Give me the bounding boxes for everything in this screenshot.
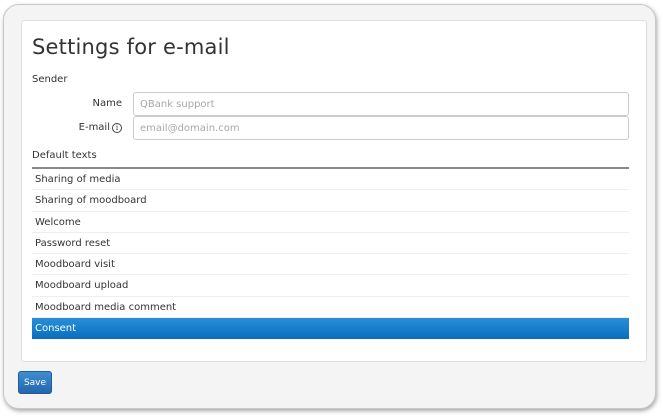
default-texts-list: Sharing of media Sharing of moodboard Welc… xyxy=(32,169,629,340)
sender-name-input[interactable] xyxy=(133,92,629,116)
email-field-label: E-mail i xyxy=(79,122,122,133)
default-text-item[interactable]: Sharing of media xyxy=(32,169,629,191)
default-text-item[interactable]: Moodboard upload xyxy=(32,275,629,297)
name-field-label: Name xyxy=(92,98,122,109)
default-texts-section-label: Default texts xyxy=(32,150,97,161)
default-text-item[interactable]: Moodboard visit xyxy=(32,254,629,276)
default-text-item[interactable]: Consent xyxy=(32,318,629,340)
save-button[interactable]: Save xyxy=(18,371,52,394)
info-icon[interactable]: i xyxy=(112,123,122,133)
page-title: Settings for e-mail xyxy=(32,35,230,59)
default-text-item[interactable]: Sharing of moodboard xyxy=(32,190,629,212)
name-label-text: Name xyxy=(92,98,122,109)
email-label-text: E-mail xyxy=(78,122,110,133)
default-text-item[interactable]: Welcome xyxy=(32,212,629,233)
default-text-item[interactable]: Moodboard media comment xyxy=(32,297,629,319)
sender-email-input[interactable] xyxy=(133,116,629,140)
default-text-item[interactable]: Password reset xyxy=(32,233,629,255)
sender-section-label: Sender xyxy=(32,74,68,85)
